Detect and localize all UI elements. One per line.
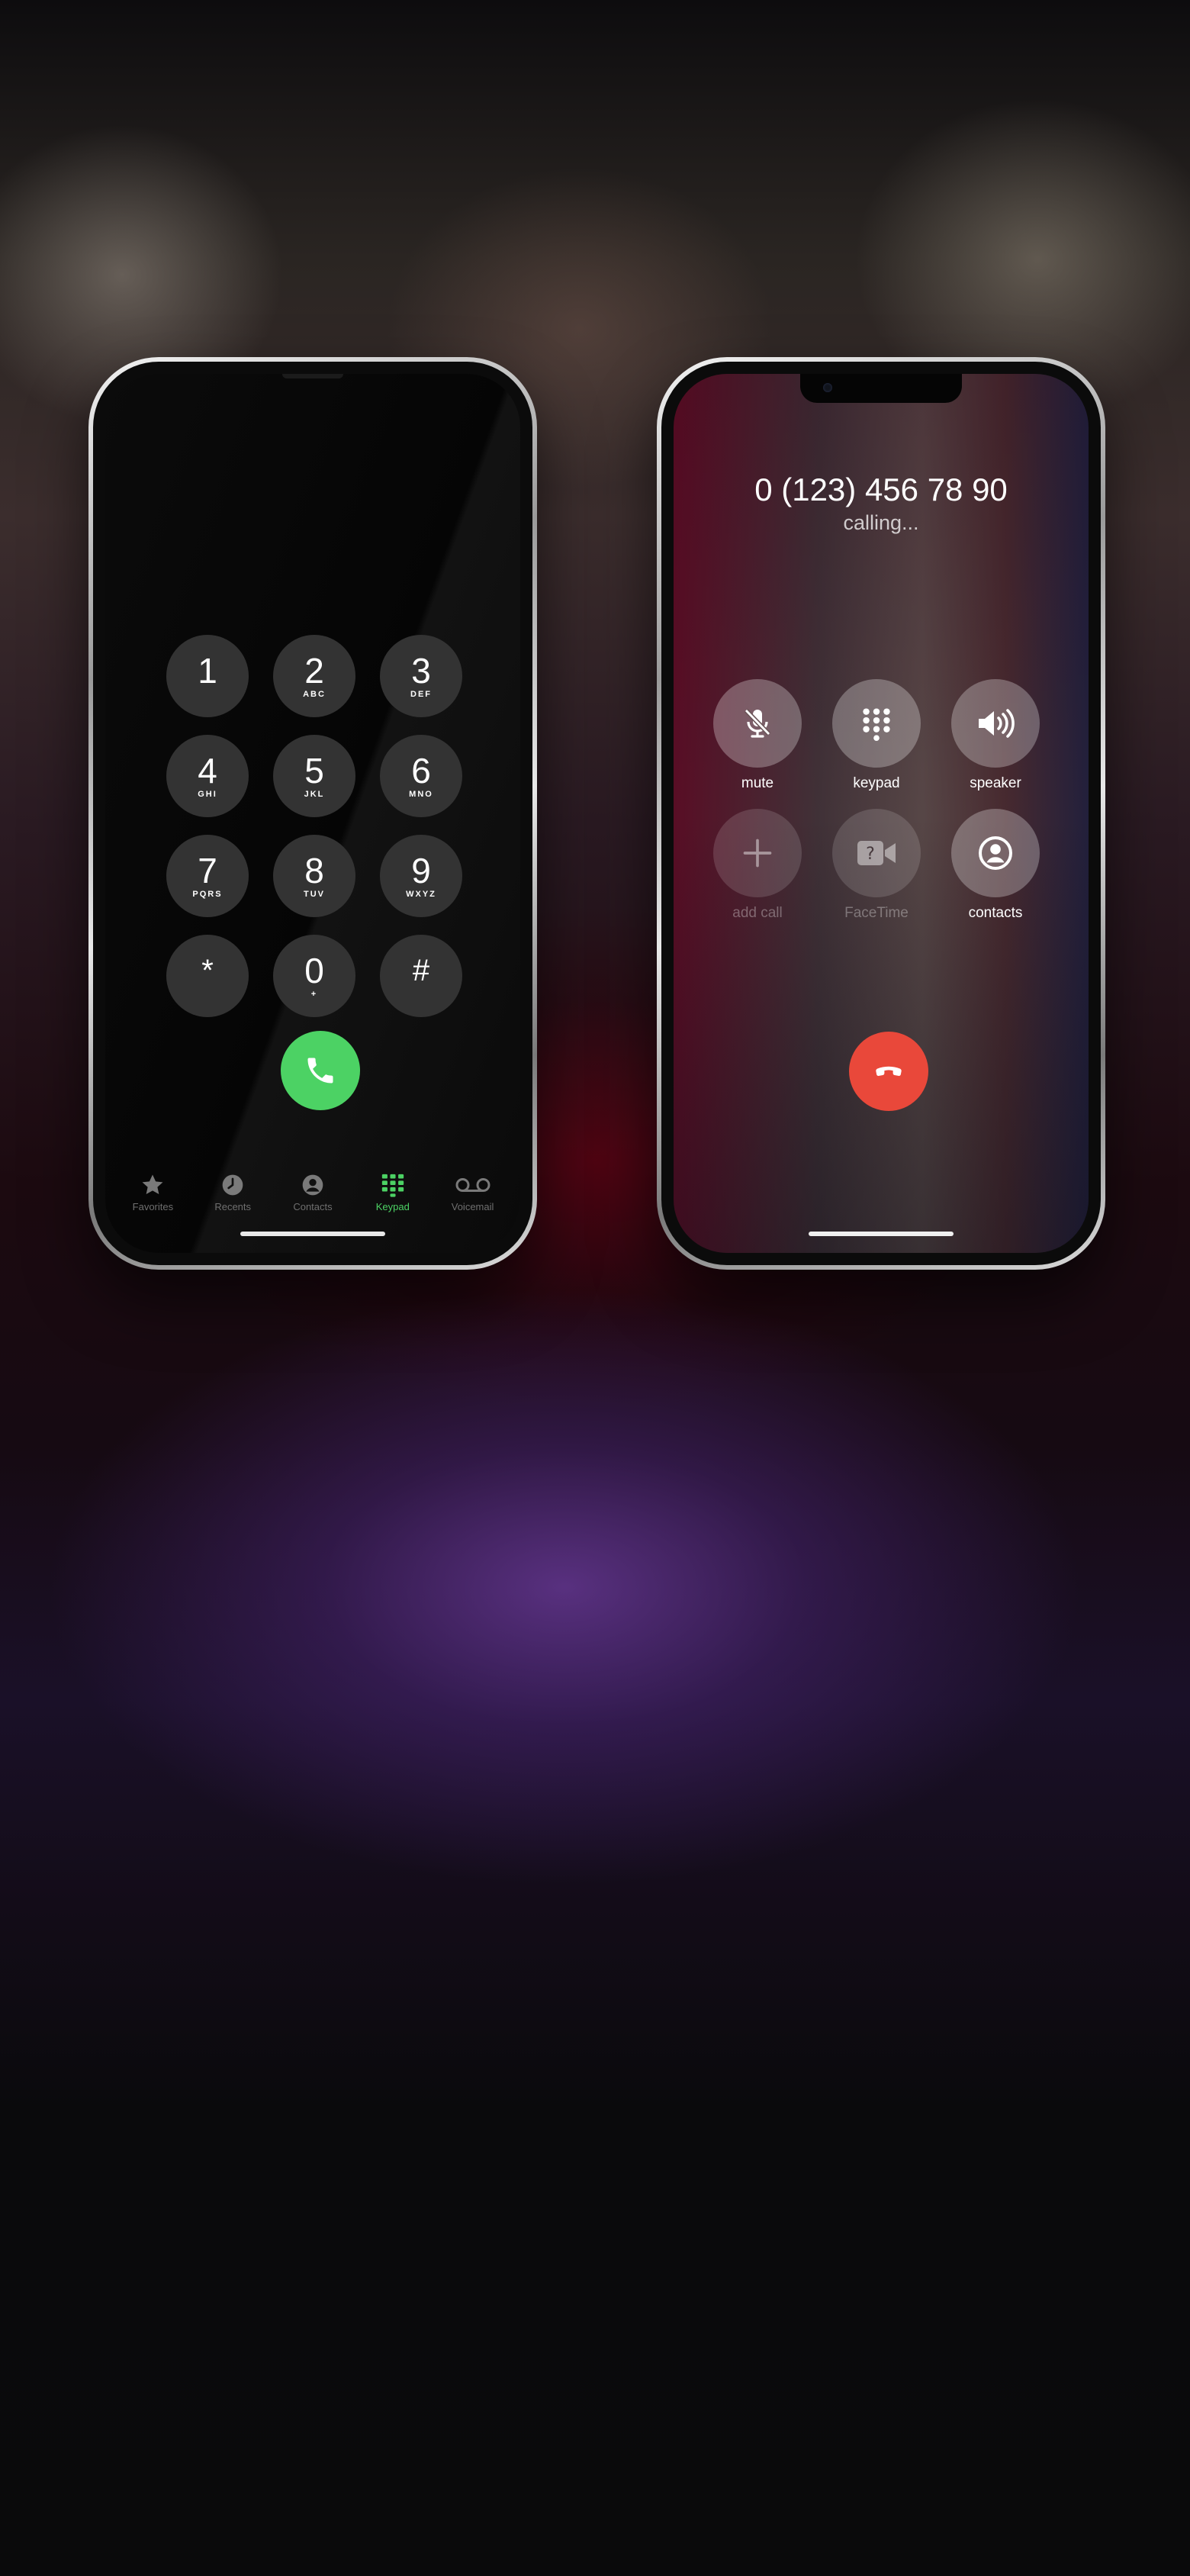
- key-4[interactable]: 4 GHI: [166, 735, 249, 817]
- key-letters: JKL: [304, 790, 325, 799]
- call-controls: mute keypad speaker add call ? FaceTime …: [713, 679, 1040, 922]
- add-call-button[interactable]: [713, 809, 802, 897]
- key-1[interactable]: 1: [166, 635, 249, 717]
- key-digit: 3: [411, 651, 431, 691]
- key-digit: 8: [304, 851, 324, 890]
- mic-slash-icon: [744, 708, 771, 738]
- key-0[interactable]: 0 +: [273, 935, 355, 1017]
- key-digit: 2: [304, 651, 324, 691]
- key-letters: DEF: [410, 690, 432, 699]
- front-camera: [823, 383, 832, 392]
- add-call-control[interactable]: add call: [713, 809, 802, 922]
- phone-keypad-frame: 1 2 ABC 3 DEF 4 GHI 5 JKL 6 MNO 7 PQRS 8…: [88, 357, 537, 1270]
- contacts-button[interactable]: [951, 809, 1040, 897]
- key-letters: WXYZ: [406, 890, 436, 899]
- tab-favorites[interactable]: Favorites: [114, 1172, 191, 1212]
- key-digit: 9: [411, 851, 431, 890]
- keypad-label: keypad: [853, 775, 900, 791]
- keypad-screen: 1 2 ABC 3 DEF 4 GHI 5 JKL 6 MNO 7 PQRS 8…: [105, 374, 520, 1253]
- tab-label: Recents: [214, 1201, 252, 1212]
- person-circle-icon: [302, 1174, 323, 1196]
- keypad-grid-icon: [863, 708, 890, 741]
- mute-control[interactable]: mute: [713, 679, 802, 792]
- key-hash[interactable]: #: [380, 935, 462, 1017]
- star-icon: [142, 1174, 163, 1195]
- key-9[interactable]: 9 WXYZ: [380, 835, 462, 917]
- key-2[interactable]: 2 ABC: [273, 635, 355, 717]
- contacts-label: contacts: [968, 905, 1023, 921]
- key-letters: ABC: [303, 690, 326, 699]
- svg-text:?: ?: [866, 845, 875, 864]
- keypad-grid-icon: [381, 1174, 404, 1197]
- keypad-control[interactable]: keypad: [832, 679, 921, 792]
- call-button[interactable]: [281, 1031, 360, 1110]
- home-indicator[interactable]: [809, 1232, 954, 1236]
- key-digit: 7: [198, 851, 217, 890]
- notch: [800, 374, 962, 403]
- key-digit: 4: [198, 751, 217, 791]
- phone-bezel: 1 2 ABC 3 DEF 4 GHI 5 JKL 6 MNO 7 PQRS 8…: [93, 362, 532, 1265]
- key-digit: 6: [411, 751, 431, 791]
- contacts-control[interactable]: contacts: [951, 809, 1040, 922]
- tab-label: Voicemail: [451, 1201, 494, 1212]
- key-digit: #: [412, 954, 430, 987]
- speaker-control[interactable]: speaker: [951, 679, 1040, 792]
- video-icon: ?: [857, 841, 896, 865]
- key-letters: TUV: [304, 890, 325, 899]
- key-3[interactable]: 3 DEF: [380, 635, 462, 717]
- key-digit: 1: [198, 651, 217, 691]
- tab-label: Keypad: [375, 1201, 410, 1212]
- tab-bar: Favorites Recents Contacts Keypad Voicem…: [105, 1172, 520, 1212]
- call-status: calling...: [843, 511, 919, 534]
- keypad-button[interactable]: [832, 679, 921, 768]
- key-letters: GHI: [198, 790, 217, 799]
- call-screen: 0 (123) 456 78 90 calling... mute keypad…: [674, 374, 1089, 1253]
- speaker-label: speaker: [970, 775, 1021, 791]
- facetime-control[interactable]: ? FaceTime: [832, 809, 921, 922]
- tab-contacts[interactable]: Contacts: [275, 1172, 351, 1212]
- home-indicator[interactable]: [240, 1232, 385, 1236]
- key-digit: *: [201, 954, 214, 987]
- tab-keypad[interactable]: Keypad: [355, 1172, 431, 1212]
- person-circle-icon: [979, 836, 1012, 870]
- phone-bezel: 0 (123) 456 78 90 calling... mute keypad…: [661, 362, 1101, 1265]
- phone-icon: [307, 1058, 333, 1084]
- dial-keypad: 1 2 ABC 3 DEF 4 GHI 5 JKL 6 MNO 7 PQRS 8…: [166, 635, 462, 1017]
- key-8[interactable]: 8 TUV: [273, 835, 355, 917]
- key-digit: 5: [304, 751, 324, 791]
- tab-voicemail[interactable]: Voicemail: [435, 1172, 511, 1212]
- facetime-label: FaceTime: [844, 905, 909, 921]
- key-star[interactable]: *: [166, 935, 249, 1017]
- earpiece: [282, 374, 343, 378]
- mute-button[interactable]: [713, 679, 802, 768]
- key-7[interactable]: 7 PQRS: [166, 835, 249, 917]
- speaker-button[interactable]: [951, 679, 1040, 768]
- key-letters: PQRS: [192, 890, 223, 899]
- key-5[interactable]: 5 JKL: [273, 735, 355, 817]
- facetime-button[interactable]: ?: [832, 809, 921, 897]
- key-letters: MNO: [409, 790, 433, 799]
- phone-call-frame: 0 (123) 456 78 90 calling... mute keypad…: [657, 357, 1105, 1270]
- voicemail-icon: [455, 1178, 490, 1192]
- key-letters: +: [310, 990, 318, 999]
- mute-label: mute: [741, 775, 774, 791]
- tab-label: Favorites: [132, 1201, 174, 1212]
- call-number: 0 (123) 456 78 90: [754, 472, 1008, 507]
- plus-icon: [743, 839, 772, 868]
- key-6[interactable]: 6 MNO: [380, 735, 462, 817]
- key-digit: 0: [304, 951, 324, 990]
- clock-icon: [222, 1174, 243, 1196]
- add-call-label: add call: [732, 905, 783, 921]
- phone-hangup-icon: [876, 1066, 902, 1077]
- speaker-icon: [979, 709, 1015, 738]
- tab-recents[interactable]: Recents: [195, 1172, 271, 1212]
- tab-label: Contacts: [293, 1201, 333, 1212]
- end-call-button[interactable]: [849, 1032, 928, 1111]
